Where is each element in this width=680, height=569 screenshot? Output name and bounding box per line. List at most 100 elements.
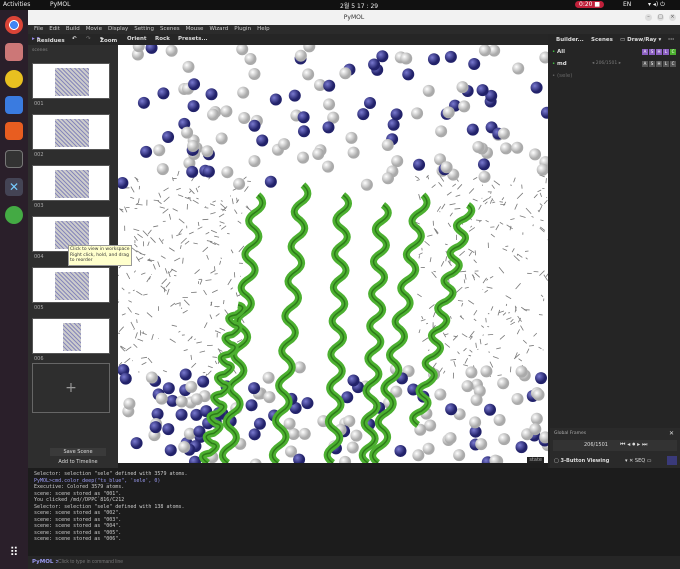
- close-button[interactable]: ×: [669, 14, 676, 21]
- scene-thumbnail[interactable]: [32, 63, 110, 99]
- scene-thumbnail[interactable]: [32, 114, 110, 150]
- menu-edit[interactable]: Edit: [49, 26, 60, 32]
- lipid-bond: [146, 277, 150, 283]
- redo-button[interactable]: ↷: [86, 36, 91, 42]
- lipid-bond: [161, 278, 168, 285]
- ion-sphere: [118, 176, 129, 189]
- lipid-bond: [142, 230, 149, 237]
- action-button[interactable]: A: [642, 61, 648, 67]
- ion-sphere: [248, 119, 261, 132]
- frame-counter[interactable]: 206/1501: [584, 442, 608, 448]
- scene-thumbnail[interactable]: [32, 318, 110, 354]
- builder-button[interactable]: Builder...: [556, 37, 584, 43]
- scene-label: 004: [34, 254, 44, 260]
- scene-thumbnail[interactable]: [32, 267, 110, 303]
- scene-tooltip: Click to view in workspace Right click, …: [68, 245, 132, 266]
- label-button[interactable]: L: [663, 61, 669, 67]
- lipid-bond: [424, 240, 430, 246]
- clock[interactable]: 2월 5 17 : 29: [340, 1, 378, 10]
- state-selector[interactable]: ◂ 206/1501 ▸: [592, 61, 621, 66]
- show-button[interactable]: S: [649, 61, 655, 67]
- lipid-bond: [202, 246, 209, 253]
- zoom-button[interactable]: Zoom ▾: [100, 36, 117, 44]
- lipid-bond: [128, 300, 132, 303]
- menu-wizard[interactable]: Wizard: [209, 26, 228, 32]
- hide-button[interactable]: H: [656, 61, 662, 67]
- maximize-button[interactable]: □: [657, 14, 664, 21]
- label-button[interactable]: L: [663, 49, 669, 55]
- show-apps-icon[interactable]: ⠿: [5, 545, 23, 563]
- command-line[interactable]: PyMOL >: [28, 556, 680, 569]
- activities-button[interactable]: Activities: [3, 1, 30, 8]
- minimize-button[interactable]: –: [645, 14, 652, 21]
- close-frames-icon[interactable]: ✕: [669, 430, 674, 437]
- action-button[interactable]: A: [642, 49, 648, 55]
- recording-indicator[interactable]: 0:20 ■: [575, 1, 605, 8]
- water-sphere: [512, 62, 525, 75]
- molecule-render[interactable]: [118, 45, 548, 463]
- scene-thumbnail[interactable]: [32, 165, 110, 201]
- trash-icon[interactable]: [5, 206, 23, 224]
- lipid-bond: [152, 263, 156, 270]
- output-console: Selector: selection "sele" defined with …: [28, 468, 680, 556]
- lipid-bond: [172, 177, 174, 182]
- lipid-bond: [141, 361, 147, 366]
- menu-scenes[interactable]: Scenes: [160, 26, 180, 32]
- water-sphere: [472, 141, 485, 154]
- menu-movie[interactable]: Movie: [86, 26, 102, 32]
- menu-mouse[interactable]: Mouse: [186, 26, 204, 32]
- lipid-bond: [134, 332, 138, 339]
- lipid-bond: [136, 203, 143, 206]
- lipid-bond: [210, 229, 218, 234]
- system-status-icons[interactable]: ▾ ◂) ⏻: [648, 1, 665, 9]
- app-menu[interactable]: PyMOL: [50, 1, 70, 8]
- orient-button[interactable]: Orient: [127, 36, 147, 42]
- color-button[interactable]: C: [670, 61, 676, 67]
- menu-plugin[interactable]: Plugin: [234, 26, 251, 32]
- terminal-icon[interactable]: [5, 150, 23, 168]
- save-scene-button[interactable]: Save Scene: [50, 448, 106, 456]
- show-button[interactable]: S: [649, 49, 655, 55]
- scenes-button[interactable]: Scenes: [591, 37, 613, 43]
- pymol-icon[interactable]: ✕: [5, 178, 23, 196]
- command-input[interactable]: [58, 557, 668, 567]
- seq-toggle[interactable]: ▾ ✕ SEQ ▭: [625, 458, 652, 464]
- lipid-bond: [243, 176, 247, 180]
- menu-build[interactable]: Build: [66, 26, 80, 32]
- menu-setting[interactable]: Setting: [134, 26, 154, 32]
- chrome-icon[interactable]: [5, 16, 23, 34]
- ion-sphere: [445, 403, 458, 416]
- object-row-sele[interactable]: • (sele): [552, 73, 676, 83]
- add-scene-button[interactable]: +: [32, 363, 110, 413]
- color-button[interactable]: C: [670, 49, 676, 55]
- hide-button[interactable]: H: [656, 49, 662, 55]
- lipid-bond: [203, 289, 207, 296]
- menu-file[interactable]: File: [34, 26, 43, 32]
- presets-button[interactable]: Presets...: [178, 36, 208, 42]
- sidebar-toggle-icon[interactable]: [667, 456, 677, 465]
- selection-mode-dropdown[interactable]: ▸ Residues ▾: [32, 36, 65, 44]
- menu-display[interactable]: Display: [108, 26, 128, 32]
- menu-help[interactable]: Help: [257, 26, 270, 32]
- lipid-bond: [517, 315, 522, 322]
- playback-controls[interactable]: ⏮ ◂ ⏺ ▸ ⏭: [620, 441, 647, 449]
- lipid-bond: [214, 273, 218, 275]
- mouse-mode-dropdown[interactable]: ▢ 3-Button Viewing: [554, 458, 609, 464]
- files-icon[interactable]: [5, 43, 23, 61]
- app-center-icon[interactable]: [5, 122, 23, 140]
- rock-button[interactable]: Rock: [155, 36, 170, 42]
- draw-ray-button[interactable]: ▭ Draw/Ray ▾: [620, 37, 661, 43]
- rhythmbox-icon[interactable]: [5, 70, 23, 88]
- add-to-timeline-button[interactable]: Add to Timeline: [50, 458, 106, 466]
- object-row-md[interactable]: • md ◂ 206/1501 ▸ ASHLC: [552, 61, 676, 71]
- lipid-bond: [519, 215, 526, 218]
- molecular-viewport[interactable]: state: [118, 45, 548, 463]
- lipid-bond: [214, 360, 217, 365]
- object-row-all[interactable]: • All ASHLC: [552, 49, 676, 59]
- lipid-bond: [179, 245, 182, 249]
- language-indicator[interactable]: EN: [623, 1, 631, 8]
- undo-button[interactable]: ↶: [72, 36, 77, 42]
- writer-icon[interactable]: [5, 96, 23, 114]
- lipid-bond: [177, 194, 184, 197]
- more-button[interactable]: ···: [668, 37, 674, 43]
